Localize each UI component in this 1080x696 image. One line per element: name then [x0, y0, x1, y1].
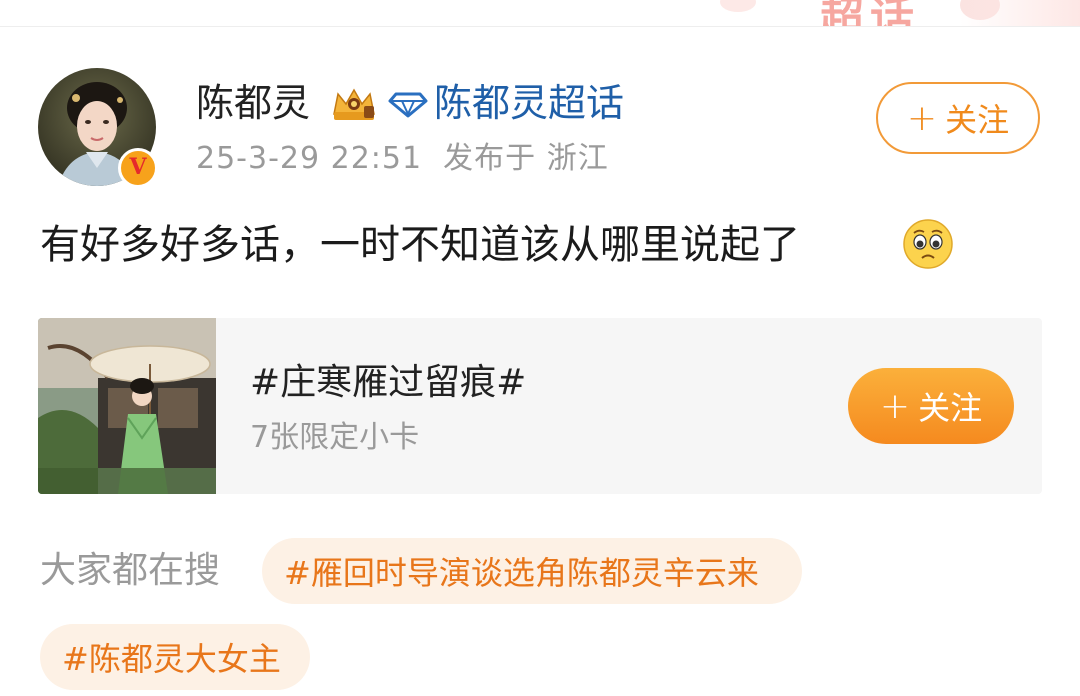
banner-decor-text: 超话 [820, 0, 920, 27]
follow-button[interactable]: + 关注 [876, 82, 1040, 154]
plus-icon: + [906, 97, 938, 139]
author-name[interactable]: 陈都灵 [196, 80, 310, 126]
trending-label: 大家都在搜 [40, 550, 221, 591]
topic-card-title: #庄寒雁过留痕# [250, 362, 527, 403]
topic-follow-button[interactable]: + 关注 [848, 368, 1014, 444]
post-location: 发布于 浙江 [443, 141, 609, 176]
banner-decoration [720, 0, 756, 12]
follow-button-label: 关注 [945, 101, 1010, 139]
post-timestamp: 25-3-29 22:51 [196, 141, 423, 176]
verified-badge-icon: V [118, 148, 158, 188]
topic-follow-label: 关注 [918, 389, 983, 427]
trending-chip[interactable]: #陈都灵大女主 [40, 624, 310, 690]
crown-icon[interactable] [330, 84, 378, 122]
plus-icon: + [879, 385, 911, 427]
topic-card-image [38, 318, 216, 494]
post-text: 有好多好多话，一时不知道该从哪里说起了 [40, 222, 800, 268]
banner-fade [960, 0, 1080, 26]
super-topic-link[interactable]: 陈都灵超话 [434, 80, 624, 126]
diamond-icon[interactable] [388, 90, 428, 118]
post-meta: 25-3-29 22:51 发布于 浙江 [196, 140, 609, 178]
trending-chip[interactable]: #雁回时导演谈选角陈都灵辛云来 [262, 538, 802, 604]
pleading-face-icon [903, 219, 953, 269]
top-banner: 超话 [0, 0, 1080, 27]
topic-card[interactable]: #庄寒雁过留痕# 7张限定小卡 + 关注 [38, 318, 1042, 494]
topic-card-subtitle: 7张限定小卡 [250, 420, 420, 455]
verified-badge-text: V [129, 154, 147, 180]
